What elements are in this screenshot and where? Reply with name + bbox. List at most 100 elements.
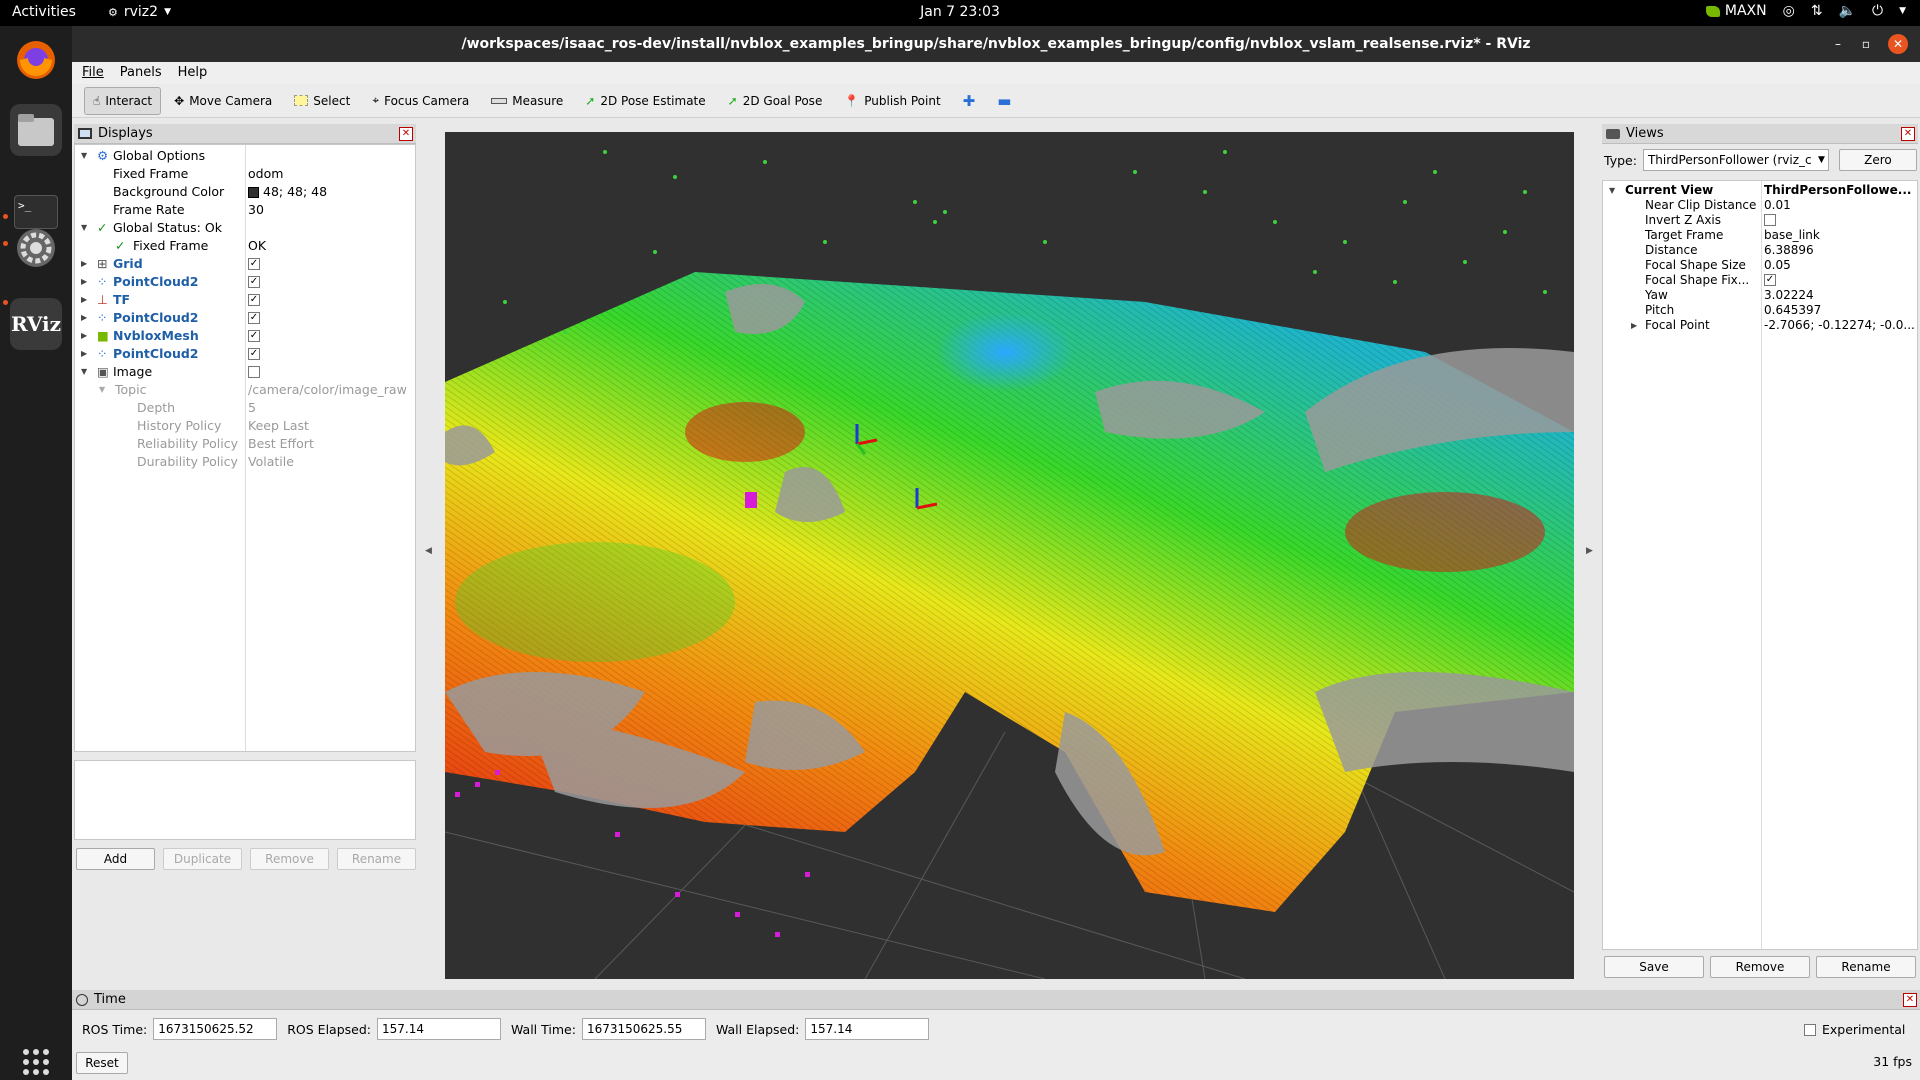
expand-right-icon[interactable]: ▶: [1631, 318, 1637, 333]
invert-z-checkbox[interactable]: [1764, 214, 1776, 226]
tree-row-distance[interactable]: Distance 6.38896: [1603, 243, 1917, 258]
publish-point-tool-button[interactable]: 📍 Publish Point: [835, 87, 949, 115]
minimize-icon[interactable]: –: [1828, 34, 1848, 54]
network-icon[interactable]: ⇅: [1811, 3, 1823, 19]
remove-view-button[interactable]: Remove: [1710, 956, 1810, 978]
target-frame-value[interactable]: base_link: [1764, 228, 1914, 243]
tree-row-reliability-policy[interactable]: Reliability Policy Best Effort: [75, 435, 415, 453]
history-policy-value[interactable]: Keep Last: [248, 417, 309, 435]
display-enabled-checkbox[interactable]: ✓: [248, 276, 260, 288]
tree-row-nvbloxmesh[interactable]: ▶ ■ NvbloxMesh ✓: [75, 327, 415, 345]
tree-row-near-clip[interactable]: Near Clip Distance 0.01: [1603, 198, 1917, 213]
close-icon[interactable]: ✕: [1888, 34, 1908, 54]
display-enabled-checkbox[interactable]: ✓: [248, 294, 260, 306]
pitch-value[interactable]: 0.645397: [1764, 303, 1914, 318]
maximize-icon[interactable]: ▫: [1856, 34, 1876, 54]
expand-right-icon[interactable]: ▶: [81, 255, 87, 273]
display-enabled-checkbox[interactable]: ✓: [248, 312, 260, 324]
display-enabled-checkbox[interactable]: [248, 366, 260, 378]
views-tree[interactable]: ▼ Current View ThirdPersonFollowe... Nea…: [1602, 180, 1918, 950]
display-enabled-checkbox[interactable]: ✓: [248, 330, 260, 342]
wall-elapsed-field[interactable]: 157.14: [805, 1018, 930, 1040]
tree-row-focal-shape-fixed[interactable]: Focal Shape Fix... ✓: [1603, 273, 1917, 288]
tree-row-fixed-frame[interactable]: Fixed Frame odom: [75, 165, 415, 183]
expand-right-icon[interactable]: ▶: [81, 309, 87, 327]
clock[interactable]: Jan 7 23:03: [920, 4, 1000, 20]
remove-tool-button[interactable]: ▬: [988, 87, 1020, 115]
tree-row-global-status[interactable]: ▼ ✓ Global Status: Ok: [75, 219, 415, 237]
tree-row-pointcloud2[interactable]: ▶ ⁘ PointCloud2 ✓: [75, 273, 415, 291]
goal-pose-tool-button[interactable]: ➚ 2D Goal Pose: [719, 87, 832, 115]
tree-row-topic[interactable]: ▼ Topic /camera/color/image_raw: [75, 381, 415, 399]
rename-view-button[interactable]: Rename: [1816, 956, 1916, 978]
tree-row-focal-point[interactable]: ▶ Focal Point -2.7066; -0.12274; -0.0...: [1603, 318, 1917, 333]
rviz-dock-icon[interactable]: RViz: [10, 298, 62, 350]
expand-down-icon[interactable]: ▼: [81, 147, 87, 165]
tree-row-focal-shape-size[interactable]: Focal Shape Size 0.05: [1603, 258, 1917, 273]
menu-file[interactable]: File: [82, 62, 104, 84]
displays-tree[interactable]: ▼ ⚙ Global Options Fixed Frame odom Back…: [74, 144, 416, 752]
select-tool-button[interactable]: Select: [285, 87, 359, 115]
tree-row-history-policy[interactable]: History Policy Keep Last: [75, 417, 415, 435]
system-tray[interactable]: MAXN ◎ ⇅ 🔈 ⏻ ▼: [1705, 3, 1906, 19]
distance-value[interactable]: 6.38896: [1764, 243, 1914, 258]
collapse-left-icon[interactable]: ◀: [425, 546, 432, 556]
tree-row-status-fixed-frame[interactable]: ✓ Fixed Frame OK: [75, 237, 415, 255]
tree-row-depth[interactable]: Depth 5: [75, 399, 415, 417]
add-display-button[interactable]: Add: [76, 848, 155, 870]
save-view-button[interactable]: Save: [1604, 956, 1704, 978]
measure-tool-button[interactable]: Measure: [482, 87, 572, 115]
expand-right-icon[interactable]: ▶: [81, 291, 87, 309]
accessibility-icon[interactable]: ◎: [1783, 3, 1795, 19]
display-enabled-checkbox[interactable]: ✓: [248, 348, 260, 360]
expand-down-icon[interactable]: ▼: [81, 219, 87, 237]
collapse-right-icon[interactable]: ▶: [1586, 546, 1593, 556]
yaw-value[interactable]: 3.02224: [1764, 288, 1914, 303]
3d-viewport[interactable]: [445, 132, 1574, 979]
close-icon[interactable]: ✕: [399, 127, 413, 141]
background-color-value[interactable]: 48; 48; 48: [248, 183, 327, 201]
rename-display-button[interactable]: Rename: [337, 848, 416, 870]
tree-row-background-color[interactable]: Background Color 48; 48; 48: [75, 183, 415, 201]
settings-icon[interactable]: [10, 222, 62, 274]
chevron-down-icon[interactable]: ▼: [1899, 6, 1906, 16]
tree-row-yaw[interactable]: Yaw 3.02224: [1603, 288, 1917, 303]
tree-row-invert-z[interactable]: Invert Z Axis: [1603, 213, 1917, 228]
close-icon[interactable]: ✕: [1903, 993, 1917, 1007]
tree-row-pointcloud2[interactable]: ▶ ⁘ PointCloud2 ✓: [75, 345, 415, 363]
expand-down-icon[interactable]: ▼: [81, 363, 87, 381]
durability-policy-value[interactable]: Volatile: [248, 453, 294, 471]
expand-right-icon[interactable]: ▶: [81, 345, 87, 363]
tree-row-frame-rate[interactable]: Frame Rate 30: [75, 201, 415, 219]
tree-row-image[interactable]: ▼ ▣ Image: [75, 363, 415, 381]
move-camera-tool-button[interactable]: ✥ Move Camera: [165, 87, 281, 115]
near-clip-value[interactable]: 0.01: [1764, 198, 1914, 213]
menu-panels[interactable]: Panels: [120, 62, 162, 84]
reset-button[interactable]: Reset: [76, 1052, 128, 1074]
expand-right-icon[interactable]: ▶: [81, 327, 87, 345]
add-tool-button[interactable]: ✚: [954, 87, 985, 115]
tree-row-durability-policy[interactable]: Durability Policy Volatile: [75, 453, 415, 471]
duplicate-display-button[interactable]: Duplicate: [163, 848, 242, 870]
ros-time-field[interactable]: 1673150625.52: [153, 1018, 278, 1040]
focal-point-value[interactable]: -2.7066; -0.12274; -0.0...: [1764, 318, 1914, 333]
depth-value[interactable]: 5: [248, 399, 256, 417]
tree-row-pointcloud2[interactable]: ▶ ⁘ PointCloud2 ✓: [75, 309, 415, 327]
firefox-icon[interactable]: [10, 34, 62, 86]
wall-time-field[interactable]: 1673150625.55: [581, 1018, 706, 1040]
focal-shape-fixed-checkbox[interactable]: ✓: [1764, 274, 1776, 286]
tree-row-tf[interactable]: ▶ ⊥ TF ✓: [75, 291, 415, 309]
show-apps-icon[interactable]: [10, 1036, 62, 1080]
expand-down-icon[interactable]: ▼: [99, 381, 105, 399]
focus-camera-tool-button[interactable]: ⌖ Focus Camera: [363, 87, 478, 115]
topic-value[interactable]: /camera/color/image_raw: [248, 381, 407, 399]
tree-row-global-options[interactable]: ▼ ⚙ Global Options: [75, 147, 415, 165]
close-icon[interactable]: ✕: [1901, 127, 1915, 141]
activities-button[interactable]: Activities: [12, 4, 76, 20]
expand-right-icon[interactable]: ▶: [81, 273, 87, 291]
tree-row-pitch[interactable]: Pitch 0.645397: [1603, 303, 1917, 318]
power-mode-indicator[interactable]: MAXN: [1705, 3, 1767, 19]
app-menu[interactable]: ⚙ rviz2 ▼: [108, 4, 171, 20]
menu-help[interactable]: Help: [178, 62, 208, 84]
pose-estimate-tool-button[interactable]: ➚ 2D Pose Estimate: [576, 87, 714, 115]
